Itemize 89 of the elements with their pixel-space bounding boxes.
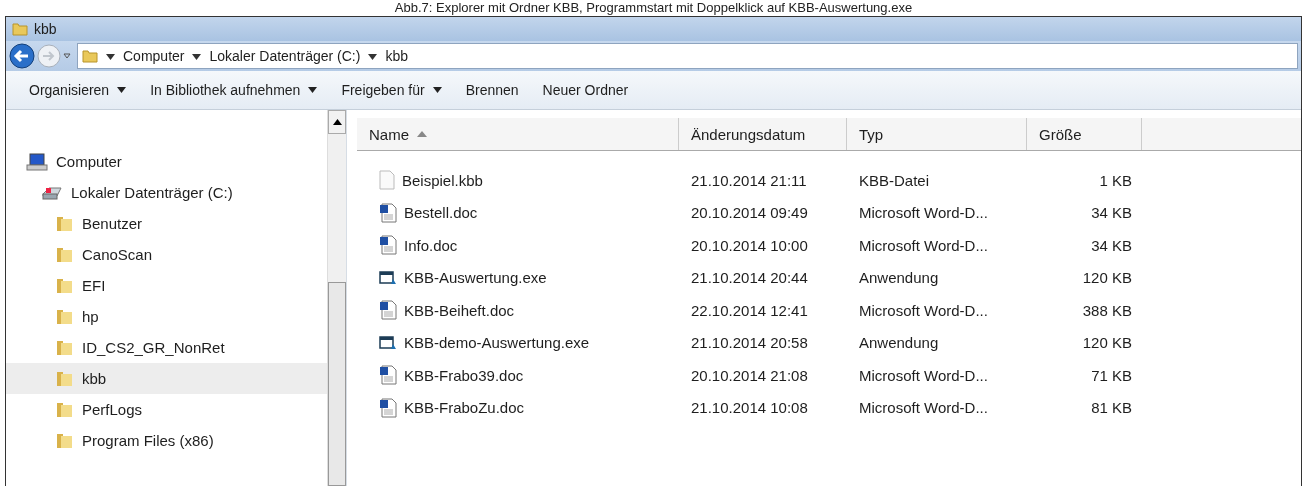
tree-item[interactable]: ID_CS2_GR_NonRet: [6, 332, 327, 363]
modified-date: 21.10.2014 10:08: [691, 399, 808, 417]
folder-icon: [56, 245, 74, 264]
folder-icon: [56, 369, 74, 388]
tree-item[interactable]: Lokaler Datenträger (C:): [6, 177, 327, 208]
file-size: 388 KB: [1082, 301, 1132, 319]
tree-item[interactable]: EFI: [6, 270, 327, 301]
folder-icon: [12, 21, 28, 37]
dropdown-icon[interactable]: [63, 52, 71, 60]
modified-date: 21.10.2014 21:11: [691, 171, 807, 189]
folder-icon: [82, 48, 98, 64]
modified-date: 22.10.2014 12:41: [691, 301, 808, 319]
tree-item[interactable]: Computer: [6, 146, 327, 177]
folder-icon: [56, 307, 74, 326]
application-icon: [379, 269, 397, 286]
application-icon: [379, 334, 397, 351]
word-document-icon: [379, 365, 397, 386]
file-name[interactable]: Info.doc: [404, 236, 458, 254]
window-title: kbb: [34, 21, 57, 37]
file-type: Microsoft Word-D...: [859, 236, 988, 254]
drive-icon: [41, 184, 63, 201]
modified-date: 21.10.2014 20:58: [691, 334, 808, 352]
modified-date: 20.10.2014 10:00: [691, 236, 808, 254]
caret-icon: [432, 86, 442, 94]
breadcrumb[interactable]: Lokaler Datenträger (C:): [209, 48, 361, 64]
column-header[interactable]: Name: [357, 118, 679, 150]
file-type: Microsoft Word-D...: [859, 366, 988, 384]
figure-caption: Abb.7: Explorer mit Ordner KBB, Programmstart mit Doppelklick auf KBB-Auswertung.exe: [393, 0, 914, 16]
tree-item[interactable]: Benutzer: [6, 208, 327, 239]
folder-icon: [56, 214, 74, 233]
file-size: 71 KB: [1091, 366, 1132, 384]
file-name[interactable]: Bestell.doc: [404, 204, 478, 222]
column-header[interactable]: Typ: [847, 118, 1027, 150]
file-name[interactable]: KBB-demo-Auswertung.exe: [404, 334, 590, 352]
file-name[interactable]: KBB-Beiheft.doc: [404, 301, 515, 319]
file-type: KBB-Datei: [859, 171, 930, 189]
tree-item[interactable]: kbb: [6, 363, 327, 394]
folder-icon: [56, 338, 74, 357]
file-name[interactable]: KBB-Frabo39.doc: [404, 366, 524, 384]
file-size: 34 KB: [1091, 236, 1132, 254]
breadcrumb[interactable]: kbb: [385, 48, 408, 64]
column-header[interactable]: Größe: [1027, 118, 1142, 150]
tree-item[interactable]: CanoScan: [6, 239, 327, 270]
modified-date: 21.10.2014 20:44: [691, 269, 808, 287]
word-document-icon: [379, 397, 397, 418]
file-size: 1 KB: [1099, 171, 1132, 189]
file-type: Microsoft Word-D...: [859, 204, 988, 222]
toolbar-button[interactable]: Neuer Ordner: [535, 78, 636, 102]
word-document-icon: [379, 235, 397, 256]
scroll-thumb[interactable]: [328, 282, 346, 486]
file-size: 81 KB: [1091, 399, 1132, 417]
caret-icon: [117, 86, 127, 94]
breadcrumb[interactable]: Computer: [123, 48, 185, 64]
toolbar-button[interactable]: Brennen: [458, 78, 526, 102]
address-field[interactable]: Computer Lokaler Datenträger (C:) kbb: [77, 43, 1298, 69]
file-name[interactable]: KBB-Auswertung.exe: [404, 269, 547, 287]
file-size: 120 KB: [1082, 269, 1132, 287]
sort-arrow-icon: [417, 131, 427, 137]
folder-icon: [56, 276, 74, 295]
file-type: Anwendung: [859, 334, 939, 352]
computer-icon: [26, 152, 48, 171]
caret-icon[interactable]: [192, 51, 202, 61]
blank-file-icon: [379, 170, 395, 191]
tree-item[interactable]: Program Files (x86): [6, 425, 327, 456]
column-header[interactable]: Änderungsdatum: [679, 118, 847, 150]
file-name[interactable]: KBB-FraboZu.doc: [404, 399, 525, 417]
word-document-icon: [379, 202, 397, 223]
caret-icon: [308, 86, 318, 94]
file-type: Anwendung: [859, 269, 939, 287]
tree-item[interactable]: hp: [6, 301, 327, 332]
back-button[interactable]: [9, 43, 35, 69]
file-type: Microsoft Word-D...: [859, 301, 988, 319]
file-size: 34 KB: [1091, 204, 1132, 222]
file-size: 120 KB: [1082, 334, 1132, 352]
tree-item[interactable]: PerfLogs: [6, 394, 327, 425]
folder-icon: [56, 400, 74, 419]
caret-icon[interactable]: [368, 51, 378, 61]
modified-date: 20.10.2014 21:08: [691, 366, 808, 384]
folder-icon: [56, 431, 74, 450]
toolbar-button[interactable]: In Bibliothek aufnehmen: [143, 78, 325, 102]
modified-date: 20.10.2014 09:49: [691, 204, 808, 222]
toolbar-button[interactable]: Freigeben für: [334, 78, 449, 102]
file-type: Microsoft Word-D...: [859, 399, 988, 417]
scroll-up-button[interactable]: [328, 110, 346, 134]
toolbar-button[interactable]: Organisieren: [22, 78, 134, 102]
file-name[interactable]: Beispiel.kbb: [402, 171, 483, 189]
word-document-icon: [379, 300, 397, 321]
up-arrow-icon: [332, 119, 342, 125]
caret-icon[interactable]: [106, 51, 115, 61]
